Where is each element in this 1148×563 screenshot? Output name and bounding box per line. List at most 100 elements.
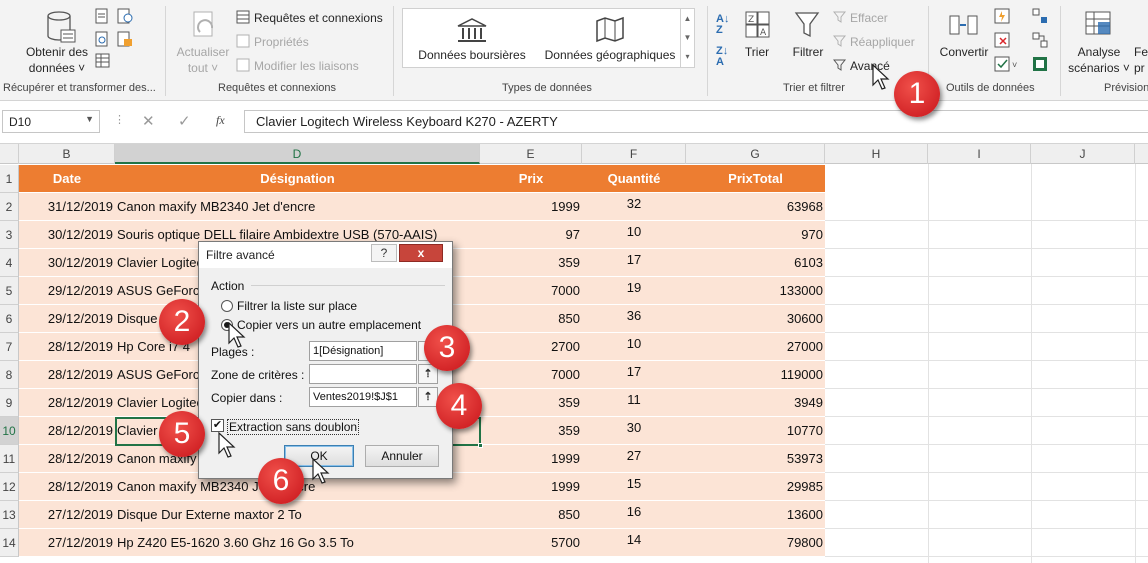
header-date[interactable]: Date <box>19 165 115 193</box>
sort-az-icon[interactable]: A↓ Z <box>716 14 729 36</box>
cancel-button[interactable]: Annuler <box>365 445 439 467</box>
cell-quantite[interactable]: 19 <box>582 274 686 302</box>
cell-date[interactable]: 31/12/2019 <box>19 193 115 221</box>
cell-prix[interactable]: 97 <box>480 221 582 249</box>
cell-quantite[interactable]: 30 <box>582 414 686 442</box>
name-box[interactable]: D10 ▼ <box>2 110 100 133</box>
header-designation[interactable]: Désignation <box>115 165 480 193</box>
what-if-button[interactable]: Analyse scénarios ˅ <box>1066 44 1132 76</box>
cell-date[interactable]: 28/12/2019 <box>19 389 115 417</box>
row-header[interactable]: 8 <box>0 361 19 389</box>
cell-date[interactable]: 28/12/2019 <box>19 445 115 473</box>
cell-quantite[interactable]: 36 <box>582 302 686 330</box>
cell-prix[interactable]: 1999 <box>480 445 582 473</box>
header-quantite[interactable]: Quantité <box>582 165 686 193</box>
recent-sources-icon[interactable] <box>117 8 133 24</box>
cell-date[interactable]: 28/12/2019 <box>19 473 115 501</box>
sort-za-icon[interactable]: Z↓ A <box>716 46 728 68</box>
column-header-g[interactable]: G <box>686 144 825 164</box>
column-header-b[interactable]: B <box>19 144 115 164</box>
cell-quantite[interactable]: 10 <box>582 218 686 246</box>
confirm-icon[interactable]: ✓ <box>178 112 191 130</box>
row-header[interactable]: 10 <box>0 417 19 445</box>
row-header[interactable]: 14 <box>0 529 19 557</box>
cell-designation[interactable]: Hp Z420 E5-1620 3.60 Ghz 16 Go 3.5 To <box>115 529 480 557</box>
cancel-icon[interactable]: ✕ <box>142 112 155 130</box>
cell-date[interactable]: 30/12/2019 <box>19 221 115 249</box>
fill-handle[interactable] <box>478 443 483 448</box>
cell-total[interactable]: 6103 <box>686 249 825 277</box>
cell-date[interactable]: 28/12/2019 <box>19 361 115 389</box>
cell-prix[interactable]: 850 <box>480 501 582 529</box>
radio-filter-label[interactable]: Filtrer la liste sur place <box>237 299 357 313</box>
unique-records-checkbox[interactable]: ✔ <box>211 419 224 432</box>
cell-total[interactable]: 10770 <box>686 417 825 445</box>
cell-total[interactable]: 27000 <box>686 333 825 361</box>
queries-connections-button[interactable]: Requêtes et connexions <box>254 10 383 26</box>
row-header[interactable]: 5 <box>0 277 19 305</box>
row-header[interactable]: 4 <box>0 249 19 277</box>
cell-prix[interactable]: 7000 <box>480 361 582 389</box>
stocks-button[interactable]: Données boursières <box>414 47 530 63</box>
formula-input[interactable]: Clavier Logitech Wireless Keyboard K270 … <box>244 110 1148 133</box>
column-header-f[interactable]: F <box>582 144 686 164</box>
radio-copy-label[interactable]: Copier vers un autre emplacement <box>237 318 421 332</box>
cell-quantite[interactable]: 14 <box>582 526 686 554</box>
row-header[interactable]: 3 <box>0 221 19 249</box>
column-header-d[interactable]: D <box>115 144 480 164</box>
cell-quantite[interactable]: 10 <box>582 330 686 358</box>
collapse-dialog-icon[interactable]: ⇡ <box>418 387 438 407</box>
column-header-h[interactable]: H <box>825 144 928 164</box>
cell-prix[interactable]: 1999 <box>480 473 582 501</box>
column-header-i[interactable]: I <box>928 144 1031 164</box>
criteria-range-input[interactable] <box>309 364 417 384</box>
cell-quantite[interactable]: 11 <box>582 386 686 414</box>
remove-duplicates-icon[interactable] <box>994 32 1010 48</box>
cell-date[interactable]: 29/12/2019 <box>19 305 115 333</box>
radio-filter-in-place[interactable] <box>221 300 233 312</box>
header-prix[interactable]: Prix <box>480 165 582 193</box>
chevron-down-icon[interactable]: ▼ <box>85 114 94 124</box>
web-source-icon[interactable] <box>95 31 109 47</box>
sort-button[interactable]: Trier <box>738 44 776 60</box>
row-header[interactable]: 9 <box>0 389 19 417</box>
select-all-corner[interactable] <box>0 144 19 164</box>
cell-total[interactable]: 53973 <box>686 445 825 473</box>
cell-quantite[interactable]: 32 <box>582 190 686 218</box>
existing-connections-icon[interactable] <box>117 31 133 47</box>
row-header[interactable]: 13 <box>0 501 19 529</box>
cell-quantite[interactable]: 15 <box>582 470 686 498</box>
unique-records-label[interactable]: Extraction sans doublon <box>227 419 360 435</box>
cell-date[interactable]: 29/12/2019 <box>19 277 115 305</box>
filter-button[interactable]: Filtrer <box>788 44 828 60</box>
cell-prix[interactable]: 359 <box>480 417 582 445</box>
gallery-scroll[interactable]: ▲ ▼ ▾ <box>680 9 694 67</box>
text-file-icon[interactable] <box>95 8 109 24</box>
convert-button[interactable]: Convertir <box>936 44 992 60</box>
data-model-icon[interactable] <box>1032 56 1048 72</box>
row-header[interactable]: 12 <box>0 473 19 501</box>
cell-total[interactable]: 79800 <box>686 529 825 557</box>
cell-total[interactable]: 13600 <box>686 501 825 529</box>
edit-links-button[interactable]: Modifier les liaisons <box>254 58 359 74</box>
row-header[interactable]: 11 <box>0 445 19 473</box>
cell-prix[interactable]: 359 <box>480 249 582 277</box>
cell-prix[interactable]: 5700 <box>480 529 582 557</box>
refresh-all-button[interactable]: Actualiser tout ˅ <box>172 44 234 76</box>
geography-button[interactable]: Données géographiques <box>540 47 680 63</box>
copy-to-input[interactable]: Ventes2019!$J$1 <box>309 387 417 407</box>
row-header[interactable]: 7 <box>0 333 19 361</box>
cell-prix[interactable]: 850 <box>480 305 582 333</box>
reapply-button[interactable]: Réappliquer <box>850 34 915 50</box>
cell-total[interactable]: 133000 <box>686 277 825 305</box>
cell-total[interactable]: 63968 <box>686 193 825 221</box>
cell-prix[interactable]: 7000 <box>480 277 582 305</box>
cell-total[interactable]: 119000 <box>686 361 825 389</box>
cell-quantite[interactable]: 17 <box>582 246 686 274</box>
cell-date[interactable]: 27/12/2019 <box>19 501 115 529</box>
cell-designation[interactable]: Disque Dur Externe maxtor 2 To <box>115 501 480 529</box>
column-header-j[interactable]: J <box>1031 144 1135 164</box>
cell-quantite[interactable]: 27 <box>582 442 686 470</box>
properties-button[interactable]: Propriétés <box>254 34 309 50</box>
row-header[interactable]: 2 <box>0 193 19 221</box>
